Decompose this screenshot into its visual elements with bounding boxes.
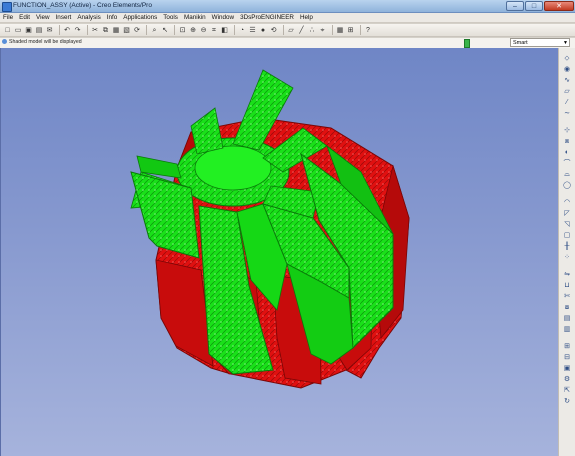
toolbar-separator	[146, 25, 147, 35]
open-icon[interactable]: ▭	[14, 26, 23, 35]
thicken-icon[interactable]: ▤	[562, 314, 572, 323]
assemble-icon[interactable]: ⊞	[562, 342, 572, 351]
spin-icon[interactable]: ⟲	[269, 26, 278, 35]
create-component-icon[interactable]: ⊟	[562, 353, 572, 362]
toolbar-separator	[359, 25, 361, 35]
window-title: FUNCTION_ASSY (Active) - Creo Elements/P…	[13, 2, 152, 9]
graphics-viewport[interactable]	[0, 48, 559, 456]
menu-view[interactable]: View	[36, 14, 50, 21]
mechanism-icon[interactable]: ⚙	[562, 375, 572, 384]
info-icon	[2, 39, 7, 44]
datum-point-icon[interactable]: ⁄	[562, 98, 572, 107]
revolve-icon[interactable]: ◐	[562, 148, 572, 157]
menu-applications[interactable]: Applications	[123, 14, 157, 21]
toolbar-separator	[86, 25, 88, 35]
selection-filter-value: Smart	[513, 40, 528, 46]
csys-icon[interactable]: ⌖	[318, 26, 327, 35]
csys-tool-icon[interactable]: ∼	[562, 109, 572, 118]
redo-icon[interactable]: ↷	[73, 26, 82, 35]
maximize-button[interactable]: □	[525, 1, 543, 11]
close-button[interactable]: ✕	[544, 1, 574, 11]
main-toolbar: □ ▭ ▣ ▤ ✉ ↶ ↷ ✂ ⧉ ▦ ▧ ⟳ ⌕ ↖ ⊡ ⊕ ⊖ ⌗ ◧ ◔ ☰ ● ⟲ ▱ ╱ ∴ ⌖ ▦ ⊞?	[0, 24, 575, 37]
toolbar-separator	[174, 25, 175, 35]
rib-icon[interactable]: ╫	[562, 242, 572, 251]
select-icon[interactable]: ↖	[161, 26, 170, 35]
menu-edit[interactable]: Edit	[19, 14, 30, 21]
draft-icon[interactable]: ◹	[562, 220, 572, 229]
window-controls: – □ ✕	[505, 1, 574, 11]
menu-3dsproengineer[interactable]: 3DsProENGINEER	[240, 14, 294, 21]
menu-analysis[interactable]: Analysis	[77, 14, 100, 21]
menu-window[interactable]: Window	[212, 14, 234, 21]
cut-icon[interactable]: ✂	[91, 26, 100, 35]
trim-icon[interactable]: ✄	[562, 292, 572, 301]
annotation-icon[interactable]: ⊞	[346, 26, 355, 35]
sweep-icon[interactable]: ⌒	[562, 159, 572, 168]
extrude-icon[interactable]: ⧈	[562, 137, 572, 146]
repeat-icon[interactable]: ↻	[562, 397, 572, 406]
zoom-in-icon[interactable]: ⊕	[189, 26, 198, 35]
package-icon[interactable]: ▣	[562, 364, 572, 373]
paste-special-icon[interactable]: ▧	[122, 26, 131, 35]
datum-axis-tool-icon[interactable]: ◉	[562, 65, 572, 74]
menu-tools[interactable]: Tools	[163, 14, 178, 21]
model-render	[130, 69, 410, 389]
hole-icon[interactable]: ◯	[562, 181, 572, 190]
menu-info[interactable]: Info	[107, 14, 118, 21]
save-icon[interactable]: ▣	[24, 26, 33, 35]
shading-icon[interactable]: ●	[259, 26, 268, 35]
datum-plane-tool-icon[interactable]: ⬦	[562, 54, 572, 63]
help-whats-this-icon[interactable]: ?	[364, 26, 373, 35]
regen-status-indicator	[464, 39, 470, 48]
blend-icon[interactable]: ⌓	[562, 170, 572, 179]
sketch-icon[interactable]: ▱	[562, 87, 572, 96]
round-icon[interactable]: ◠	[562, 198, 572, 207]
datum-curve-icon[interactable]: ∿	[562, 76, 572, 85]
toolbar-separator	[282, 25, 284, 35]
right-feature-toolbar: ⬦ ◉ ∿ ▱ ⁄ ∼ ⊹ ⧈ ◐ ⌒ ⌓ ◯ ◠ ◸ ◹ ▢ ╫ ⁘ ⇋ ⊔ ✄ ⧇ ▤ ▥ ⊞ ⊟ ▣ ⚙ ⇱ ↻	[558, 48, 575, 456]
merge-icon[interactable]: ⊔	[562, 281, 572, 290]
new-icon[interactable]: □	[3, 26, 12, 35]
find-icon[interactable]: ⌕	[150, 26, 159, 35]
toolbar-separator	[331, 25, 333, 35]
offset-icon[interactable]: ⧇	[562, 303, 572, 312]
analysis-icon[interactable]: ⊹	[562, 126, 572, 135]
status-message-text: Shaded model will be displayed	[9, 39, 82, 45]
mirror-icon[interactable]: ⇋	[562, 270, 572, 279]
selection-filter-dropdown[interactable]: Smart ▼	[510, 38, 570, 47]
copy-icon[interactable]: ⧉	[101, 26, 110, 35]
menu-insert[interactable]: Insert	[56, 14, 72, 21]
regenerate-icon[interactable]: ⟳	[133, 26, 142, 35]
explode-icon[interactable]: ⇱	[562, 386, 572, 395]
layers-icon[interactable]: ☰	[248, 26, 257, 35]
print-icon[interactable]: ▤	[35, 26, 44, 35]
menu-bar: File Edit View Insert Analysis Info Appl…	[0, 13, 575, 23]
datum-axes-icon[interactable]: ╱	[297, 26, 306, 35]
menu-manikin[interactable]: Manikin	[184, 14, 206, 21]
menu-help[interactable]: Help	[300, 14, 313, 21]
app-icon	[2, 2, 12, 12]
solidify-icon[interactable]: ▥	[562, 325, 572, 334]
model-tree-icon[interactable]: ▦	[336, 26, 345, 35]
menu-file[interactable]: File	[3, 14, 13, 21]
datum-points-icon[interactable]: ∴	[308, 26, 317, 35]
paste-icon[interactable]: ▦	[112, 26, 121, 35]
shell-icon[interactable]: ▢	[562, 231, 572, 240]
chamfer-icon[interactable]: ◸	[562, 209, 572, 218]
refit-icon[interactable]: ⊡	[178, 26, 187, 35]
pattern-icon[interactable]: ⁘	[562, 253, 572, 262]
chevron-down-icon: ▼	[563, 40, 568, 46]
repaint-icon[interactable]: ⌗	[210, 26, 219, 35]
orient-icon[interactable]: ◧	[220, 26, 229, 35]
saved-views-icon[interactable]: ◔	[238, 26, 247, 35]
toolbar-separator	[58, 25, 60, 35]
email-icon[interactable]: ✉	[45, 26, 54, 35]
toolbar-separator	[233, 25, 235, 35]
datum-planes-icon[interactable]: ▱	[287, 26, 296, 35]
minimize-button[interactable]: –	[506, 1, 524, 11]
zoom-out-icon[interactable]: ⊖	[199, 26, 208, 35]
title-bar: FUNCTION_ASSY (Active) - Creo Elements/P…	[0, 0, 575, 13]
undo-icon[interactable]: ↶	[63, 26, 72, 35]
status-message: Shaded model will be displayed	[2, 39, 82, 45]
